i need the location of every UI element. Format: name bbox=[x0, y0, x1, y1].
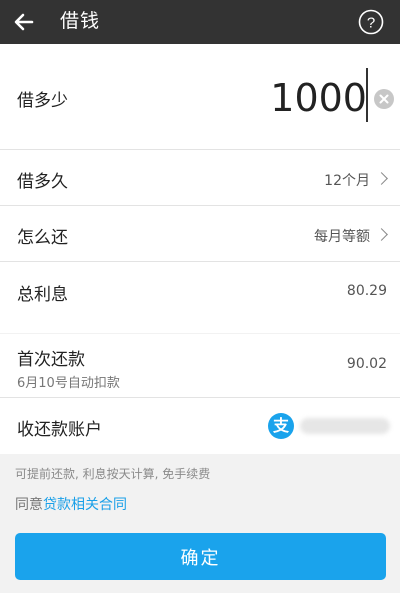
help-button[interactable]: ? bbox=[358, 9, 384, 35]
svg-text:?: ? bbox=[367, 15, 375, 32]
interest-label: 总利息 bbox=[17, 285, 68, 305]
first-payment-label: 首次还款 bbox=[17, 350, 85, 370]
first-payment-sublabel: 6月10号自动扣款 bbox=[17, 376, 120, 391]
confirm-button[interactable]: 确定 bbox=[15, 533, 386, 580]
repayment-value: 每月等额 bbox=[314, 229, 370, 245]
payment-section: 首次还款 6月10号自动扣款 90.02 收还款账户 bbox=[0, 334, 400, 454]
interest-value: 80.29 bbox=[346, 283, 387, 299]
page-title: 借钱 bbox=[60, 10, 101, 32]
repayment-label: 怎么还 bbox=[17, 228, 68, 248]
clear-button[interactable] bbox=[374, 89, 394, 109]
back-button[interactable] bbox=[11, 9, 37, 35]
chevron-right-icon bbox=[375, 228, 388, 241]
text-cursor bbox=[366, 68, 368, 122]
term-value: 12个月 bbox=[324, 173, 370, 189]
arrow-left-icon bbox=[14, 13, 34, 31]
agreement-prefix: 同意 bbox=[15, 497, 43, 513]
amount-label: 借多少 bbox=[17, 91, 68, 111]
prepayment-note: 可提前还款, 利息按天计算, 免手续费 bbox=[15, 467, 211, 481]
masked-account-text bbox=[300, 418, 390, 434]
amount-input[interactable] bbox=[227, 76, 367, 120]
contract-link[interactable]: 贷款相关合同 bbox=[43, 497, 127, 513]
alipay-icon: 支 bbox=[268, 413, 294, 439]
term-row[interactable]: 借多久 12个月 bbox=[0, 150, 400, 206]
agreement-text: 同意贷款相关合同 bbox=[15, 494, 127, 514]
first-payment-value: 90.02 bbox=[346, 356, 387, 372]
term-label: 借多久 bbox=[17, 172, 68, 192]
top-bar: 借钱 ? bbox=[0, 0, 400, 44]
chevron-right-icon bbox=[375, 172, 388, 185]
question-circle-icon: ? bbox=[358, 9, 384, 35]
first-payment-row: 首次还款 6月10号自动扣款 90.02 bbox=[0, 334, 400, 398]
interest-row: 总利息 80.29 bbox=[0, 262, 400, 333]
repayment-row[interactable]: 怎么还 每月等额 bbox=[0, 206, 400, 262]
account-label: 收还款账户 bbox=[17, 420, 102, 440]
close-icon bbox=[379, 94, 389, 104]
